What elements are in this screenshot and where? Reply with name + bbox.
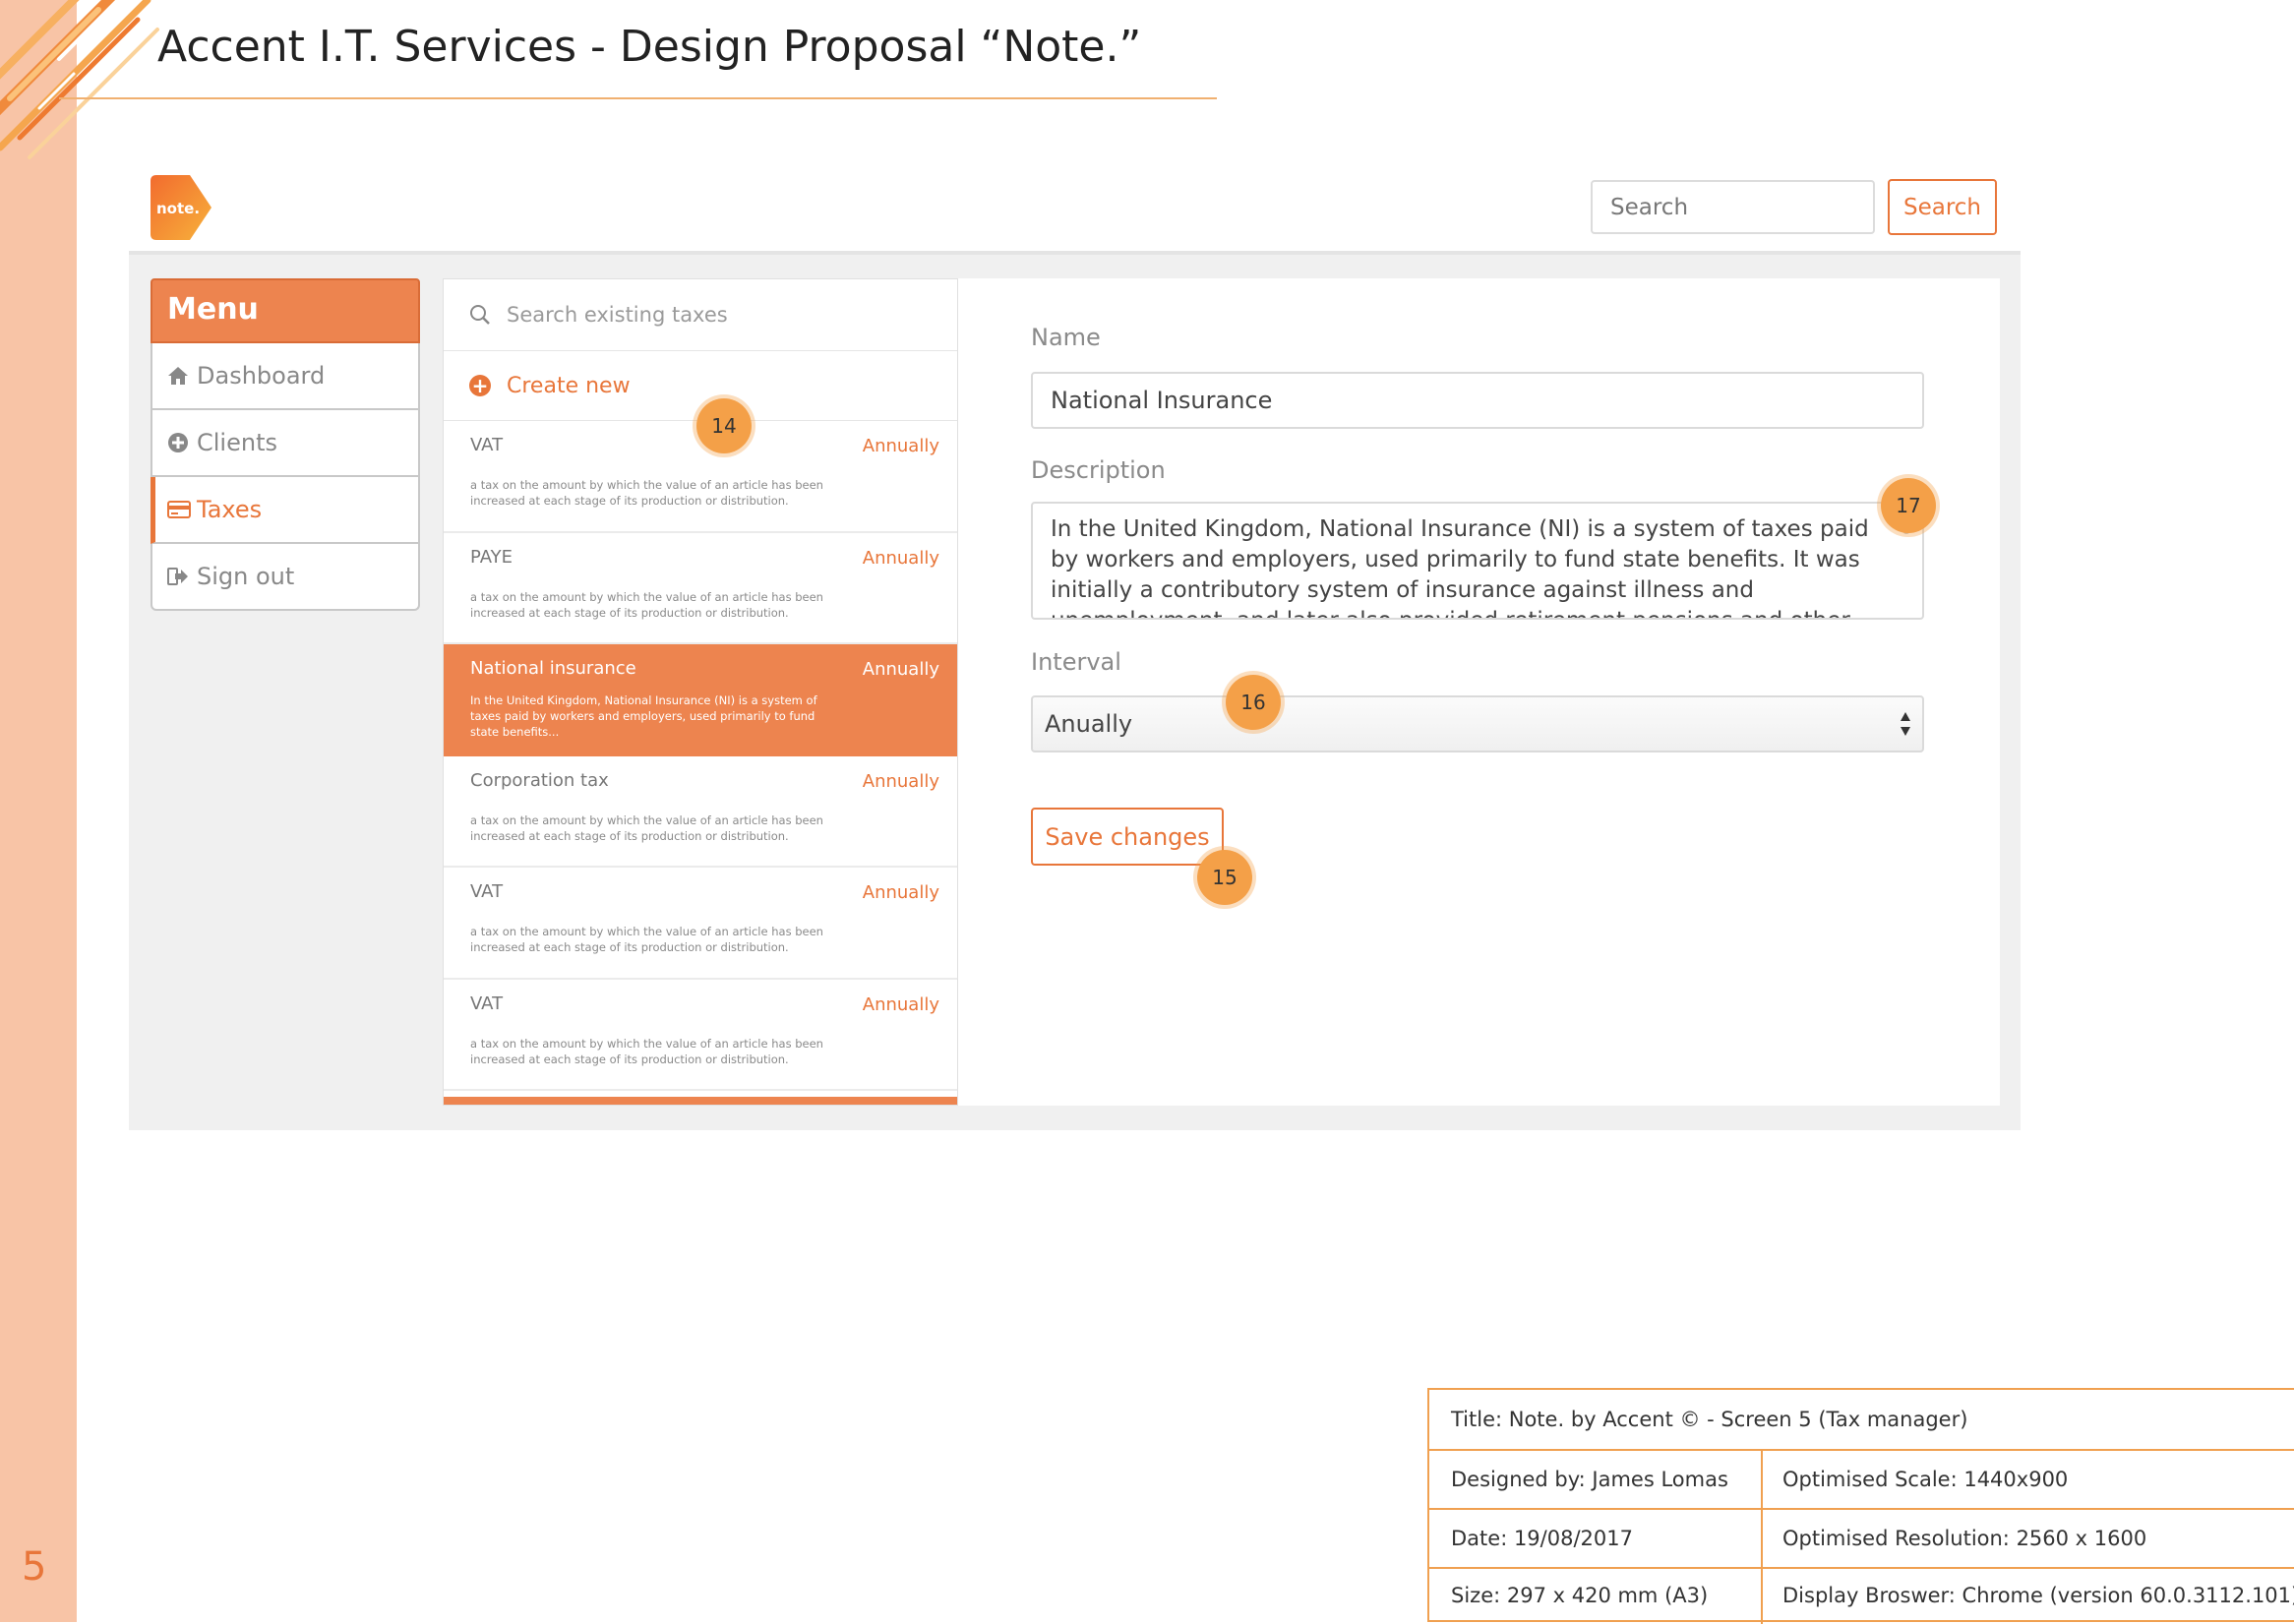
plus-circle-icon (167, 432, 197, 453)
tax-list-item-selected[interactable]: National insurance Annually In the Unite… (444, 644, 957, 756)
create-new-label: Create new (507, 373, 631, 398)
note-logo[interactable]: note. (151, 175, 211, 240)
tax-search-input[interactable] (505, 302, 922, 328)
menu-item-sign-out[interactable]: Sign out (151, 544, 420, 611)
tax-edit-form: Name Description In the United Kingdom, … (958, 278, 2000, 1106)
menu-title: Menu (151, 278, 420, 343)
tax-description: a tax on the amount by which the value o… (470, 812, 823, 843)
info-display-browser: Display Broswer: Chrome (version 60.0.31… (1782, 1584, 2294, 1607)
page-side-strip (0, 0, 77, 1622)
tax-interval: Annually (862, 547, 939, 569)
tax-description: In the United Kingdom, National Insuranc… (470, 693, 817, 739)
select-arrows-icon (1901, 712, 1910, 736)
menu-item-taxes[interactable]: Taxes (151, 477, 420, 544)
info-optimised-resolution: Optimised Resolution: 2560 x 1600 (1782, 1527, 2147, 1550)
document-title: Accent I.T. Services - Design Proposal “… (157, 22, 1142, 72)
logo-text: note. (156, 200, 200, 217)
tax-interval: Annually (862, 993, 939, 1015)
tax-description: a tax on the amount by which the value o… (470, 1036, 823, 1066)
page-number: 5 (22, 1544, 47, 1590)
side-menu: Menu Dashboard Clients Taxes Sign out (151, 278, 420, 611)
tax-list-item[interactable]: VAT Annually a tax on the amount by whic… (444, 980, 957, 1091)
tax-interval: Annually (862, 659, 939, 680)
info-designed-by: Designed by: James Lomas (1451, 1468, 1728, 1491)
description-field[interactable]: In the United Kingdom, National Insuranc… (1031, 502, 1924, 620)
info-size: Size: 297 x 420 mm (A3) (1451, 1584, 1709, 1607)
interval-selected-value: Anually (1045, 710, 1133, 738)
save-changes-button[interactable]: Save changes (1031, 808, 1224, 866)
description-label: Description (1031, 456, 1166, 484)
document-info-table: Title: Note. by Accent © - Screen 5 (Tax… (1427, 1388, 2294, 1624)
interval-select[interactable]: Anually (1031, 695, 1924, 752)
credit-card-icon (167, 500, 197, 519)
info-row: Title: Note. by Accent © - Screen 5 (Tax… (1429, 1390, 2294, 1449)
menu-item-dashboard[interactable]: Dashboard (151, 343, 420, 410)
tax-search-bar (444, 279, 957, 351)
menu-item-label: Sign out (197, 563, 295, 590)
header-search-button[interactable]: Search (1888, 179, 1997, 235)
sign-out-icon (167, 567, 197, 586)
info-row: Date: 19/08/2017 Optimised Resolution: 2… (1429, 1508, 2294, 1567)
name-label: Name (1031, 324, 1101, 351)
tax-interval: Annually (862, 882, 939, 903)
interval-label: Interval (1031, 648, 1121, 676)
name-field[interactable] (1031, 372, 1924, 429)
tax-list-panel: + Create new VAT Annually a tax on the a… (443, 278, 958, 1106)
annotation-badge: 15 (1197, 850, 1252, 905)
annotation-badge: 14 (696, 398, 752, 453)
search-icon (470, 305, 490, 325)
info-date: Date: 19/08/2017 (1451, 1527, 1633, 1550)
tax-description: a tax on the amount by which the value o… (470, 589, 823, 620)
list-footer-bar (444, 1097, 957, 1105)
annotation-badge: 17 (1881, 478, 1936, 533)
info-table-divider (1761, 1449, 1763, 1624)
menu-item-label: Clients (197, 429, 277, 456)
tax-description: a tax on the amount by which the value o… (470, 478, 823, 508)
annotation-badge: 16 (1226, 675, 1281, 730)
tax-description: a tax on the amount by which the value o… (470, 925, 823, 954)
header-search-input[interactable] (1591, 180, 1875, 234)
title-underline (59, 97, 1217, 99)
plus-circle-icon: + (469, 375, 491, 396)
menu-item-label: Dashboard (197, 362, 326, 390)
info-row: Size: 297 x 420 mm (A3) Display Broswer:… (1429, 1567, 2294, 1622)
info-row: Designed by: James Lomas Optimised Scale… (1429, 1449, 2294, 1508)
tax-list-item[interactable]: PAYE Annually a tax on the amount by whi… (444, 533, 957, 644)
tax-list-item[interactable]: VAT Annually a tax on the amount by whic… (444, 868, 957, 980)
tax-interval: Annually (862, 436, 939, 456)
home-icon (167, 366, 197, 386)
menu-item-clients[interactable]: Clients (151, 410, 420, 477)
tax-interval: Annually (862, 770, 939, 792)
menu-item-label: Taxes (197, 496, 263, 523)
info-title: Title: Note. by Accent © - Screen 5 (Tax… (1451, 1408, 1968, 1431)
info-optimised-scale: Optimised Scale: 1440x900 (1782, 1468, 2069, 1491)
corner-stripes-decoration (0, 0, 159, 159)
tax-list-item[interactable]: Corporation tax Annually a tax on the am… (444, 756, 957, 868)
